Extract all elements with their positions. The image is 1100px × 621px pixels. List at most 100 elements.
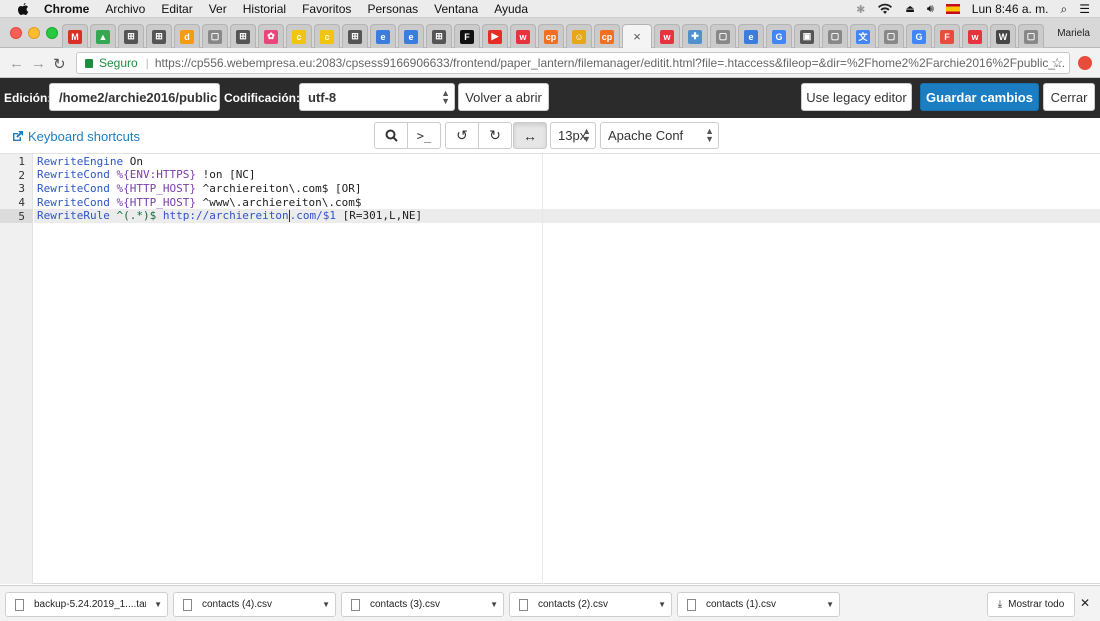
wifi-icon[interactable] — [877, 3, 893, 15]
clock[interactable]: Lun 8:46 a. m. — [972, 2, 1049, 16]
close-button[interactable]: Cerrar — [1043, 83, 1095, 111]
tab[interactable]: 文 — [850, 24, 876, 48]
minimize-window-button[interactable] — [28, 27, 40, 39]
tab[interactable]: ▢ — [1018, 24, 1044, 48]
menu-favoritos[interactable]: Favoritos — [302, 2, 351, 16]
tab[interactable]: F — [934, 24, 960, 48]
undo-button[interactable]: ↺ — [445, 122, 479, 149]
menu-editar[interactable]: Editar — [161, 2, 192, 16]
tab[interactable]: cp — [594, 24, 620, 48]
menu-ver[interactable]: Ver — [209, 2, 227, 16]
code-line[interactable]: RewriteEngine On — [37, 155, 143, 169]
tab[interactable]: e — [738, 24, 764, 48]
chevron-down-icon[interactable]: ▼ — [658, 600, 666, 609]
code-line[interactable]: RewriteCond %{HTTP_HOST} ^archiereiton\.… — [37, 182, 362, 196]
tab[interactable]: M — [62, 24, 88, 48]
reopen-button[interactable]: Volver a abrir — [458, 83, 549, 111]
tab[interactable]: ⊞ — [426, 24, 452, 48]
show-all-downloads-button[interactable]: ⤓ Mostrar todo — [987, 592, 1075, 617]
menu-ayuda[interactable]: Ayuda — [494, 2, 528, 16]
close-shelf-icon[interactable]: ✕ — [1080, 596, 1090, 610]
code-line[interactable]: RewriteRule ^(.*)$ http://archiereiton.c… — [37, 209, 422, 223]
tab[interactable]: G — [766, 24, 792, 48]
tab[interactable]: ▢ — [822, 24, 848, 48]
download-item[interactable]: contacts (1).csv ▼ — [677, 592, 840, 617]
menu-historial[interactable]: Historial — [243, 2, 286, 16]
chevron-down-icon[interactable]: ▼ — [826, 600, 834, 609]
search-button[interactable] — [374, 122, 408, 149]
tab[interactable]: e — [370, 24, 396, 48]
tab[interactable]: w — [510, 24, 536, 48]
tab[interactable]: d — [174, 24, 200, 48]
back-icon[interactable]: ← — [9, 55, 24, 72]
download-item[interactable]: backup-5.24.2019_1....tar.gz ▼ — [5, 592, 168, 617]
spotlight-icon[interactable]: ⌕ — [1061, 2, 1068, 17]
download-item[interactable]: contacts (2).csv ▼ — [509, 592, 672, 617]
tab[interactable]: ✿ — [258, 24, 284, 48]
bookmark-star-icon[interactable]: ☆ — [1051, 55, 1063, 71]
volume-icon[interactable]: 🔊︎ — [927, 3, 934, 16]
notification-center-icon[interactable]: ☰ — [1079, 2, 1090, 16]
download-item[interactable]: contacts (3).csv ▼ — [341, 592, 504, 617]
tab[interactable]: ▢ — [878, 24, 904, 48]
apple-icon[interactable] — [16, 2, 30, 16]
forward-icon[interactable]: → — [31, 55, 46, 72]
reload-icon[interactable]: ↻ — [53, 55, 66, 73]
tab[interactable]: ▣ — [794, 24, 820, 48]
doc-icon: ▢ — [1024, 29, 1038, 44]
chevron-down-icon[interactable]: ▼ — [490, 600, 498, 609]
tab[interactable]: ⊞ — [146, 24, 172, 48]
eject-icon[interactable]: ⏏ — [905, 4, 914, 15]
tab[interactable]: W — [990, 24, 1016, 48]
menu-app-name[interactable]: Chrome — [44, 2, 89, 16]
close-icon[interactable]: × — [630, 29, 644, 44]
save-changes-button[interactable]: Guardar cambios — [920, 83, 1039, 111]
tab[interactable]: ▲ — [90, 24, 116, 48]
tab-active[interactable]: × — [622, 24, 652, 48]
menu-archivo[interactable]: Archivo — [105, 2, 145, 16]
flag-icon[interactable] — [945, 4, 960, 14]
menu-personas[interactable]: Personas — [367, 2, 418, 16]
url-text[interactable]: https://cp556.webempresa.eu:2083/cpsess9… — [155, 56, 1065, 70]
tab[interactable]: ▢ — [710, 24, 736, 48]
tab[interactable]: ▶ — [482, 24, 508, 48]
chevron-down-icon[interactable]: ▼ — [322, 600, 330, 609]
profile-name[interactable]: Mariela — [1057, 28, 1090, 39]
mode-select[interactable]: Apache Conf ▲ ▼ — [600, 122, 719, 149]
tab[interactable]: ☺ — [566, 24, 592, 48]
legacy-editor-button[interactable]: Use legacy editor — [801, 83, 912, 111]
code-line[interactable]: RewriteCond %{ENV:HTTPS} !on [NC] — [37, 168, 256, 182]
tab[interactable]: e — [398, 24, 424, 48]
bluetooth-icon[interactable]: ✱ — [856, 3, 865, 16]
c-icon: c — [320, 29, 334, 44]
code-line[interactable]: RewriteCond %{HTTP_HOST} ^www\.archierei… — [37, 196, 362, 210]
tab[interactable]: cp — [538, 24, 564, 48]
font-size-select[interactable]: 13px ▲ ▼ — [550, 122, 596, 149]
tab[interactable]: w — [654, 24, 680, 48]
close-window-button[interactable] — [10, 27, 22, 39]
encoding-select[interactable]: utf-8 ▲ ▼ — [299, 83, 455, 111]
tab[interactable]: F — [454, 24, 480, 48]
goto-line-button[interactable]: >_ — [407, 122, 441, 149]
tab[interactable]: ⊞ — [342, 24, 368, 48]
extension-icon[interactable] — [1078, 56, 1092, 70]
tab[interactable]: c — [314, 24, 340, 48]
tab[interactable]: ⊞ — [230, 24, 256, 48]
keyboard-shortcuts-link[interactable]: Keyboard shortcuts — [11, 129, 140, 144]
redo-button[interactable]: ↻ — [478, 122, 512, 149]
code-editor[interactable]: 1 2 3 4 5 RewriteEngine On RewriteCond %… — [0, 154, 1100, 584]
select-arrows-icon: ▲ ▼ — [705, 126, 714, 144]
word-wrap-toggle[interactable]: ↔ — [513, 122, 547, 149]
tab[interactable]: ▢ — [202, 24, 228, 48]
server-variable: %{ENV:HTTPS} — [109, 168, 196, 181]
tab[interactable]: G — [906, 24, 932, 48]
download-item[interactable]: contacts (4).csv ▼ — [173, 592, 336, 617]
menu-ventana[interactable]: Ventana — [434, 2, 478, 16]
zoom-window-button[interactable] — [46, 27, 58, 39]
address-bar[interactable]: Seguro | https://cp556.webempresa.eu:208… — [76, 52, 1070, 74]
chevron-down-icon[interactable]: ▼ — [154, 600, 162, 609]
tab[interactable]: ⊞ — [118, 24, 144, 48]
tab[interactable]: c — [286, 24, 312, 48]
tab[interactable]: ✚ — [682, 24, 708, 48]
tab[interactable]: w — [962, 24, 988, 48]
